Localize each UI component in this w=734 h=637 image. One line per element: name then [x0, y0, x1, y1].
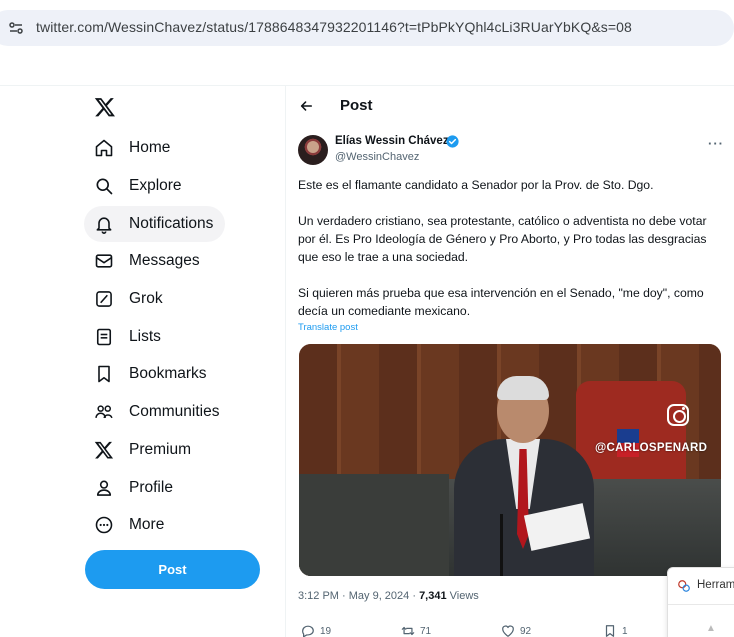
tools-icon	[678, 580, 690, 592]
divider	[668, 604, 734, 605]
bookmark-icon	[98, 365, 110, 383]
sidebar-item-more[interactable]: More	[84, 507, 176, 543]
repost-count: 71	[420, 625, 432, 637]
x-logo-icon[interactable]	[94, 96, 116, 118]
tools-popup-label: Herram	[697, 579, 734, 591]
tweet-timestamp[interactable]: 3:12 PM · May 9, 2024 ·	[298, 590, 419, 602]
compose-post-button[interactable]: Post	[85, 550, 260, 589]
list-icon	[96, 328, 112, 346]
sidebar-item-grok[interactable]: Grok	[84, 281, 175, 317]
tweet-text: Este es el flamante candidato a Senador …	[298, 176, 723, 320]
communities-icon	[95, 405, 113, 419]
views-count: 7,341	[419, 590, 447, 602]
sidebar-item-profile[interactable]: Profile	[84, 470, 185, 506]
browser-chrome: twitter.com/WessinChavez/status/17886483…	[0, 0, 734, 86]
heart-icon	[502, 625, 514, 637]
video-watermark: @CARLOSPENARD	[595, 442, 708, 454]
like-count: 92	[520, 625, 532, 637]
bookmark-count: 1	[622, 625, 628, 637]
verified-badge-icon	[446, 135, 459, 148]
bookmark-icon	[605, 625, 615, 637]
sidebar-item-home[interactable]: Home	[84, 130, 182, 166]
sidebar-item-communities[interactable]: Communities	[84, 394, 231, 430]
chevron-up-icon[interactable]: ▲	[706, 623, 716, 634]
sidebar-item-label: Grok	[129, 290, 163, 307]
more-circle-icon	[95, 516, 113, 534]
sidebar-nav: Home Explore Notifications Messages Grok…	[0, 86, 286, 637]
reply-count: 19	[320, 625, 332, 637]
back-arrow-icon[interactable]	[299, 99, 313, 113]
tweet-video[interactable]: @CARLOSPENARD	[299, 344, 721, 576]
sidebar-item-label: Communities	[129, 403, 220, 420]
sidebar-item-notifications[interactable]: Notifications	[84, 206, 226, 242]
tweet-paragraph: Un verdadero cristiano, sea protestante,…	[298, 214, 707, 264]
sidebar-item-bookmarks[interactable]: Bookmarks	[84, 356, 219, 392]
sidebar-item-label: Notifications	[129, 215, 214, 232]
bookmark-button[interactable]: 1	[603, 624, 628, 637]
sidebar-item-label: Home	[129, 139, 171, 156]
repost-button[interactable]: 71	[401, 624, 431, 637]
sidebar-item-label: Messages	[129, 252, 200, 269]
sidebar-item-lists[interactable]: Lists	[84, 319, 173, 355]
sidebar-item-explore[interactable]: Explore	[84, 168, 194, 204]
video-hair	[497, 376, 549, 400]
sidebar-item-label: Premium	[129, 441, 192, 458]
repost-icon	[401, 626, 415, 636]
grok-icon	[96, 291, 112, 307]
avatar[interactable]	[298, 135, 328, 165]
main-column: Post Elías Wessin Chávez @WessinChavez ·…	[287, 86, 734, 637]
translate-post-link[interactable]: Translate post	[298, 322, 358, 333]
address-bar[interactable]: twitter.com/WessinChavez/status/17886483…	[0, 10, 734, 46]
home-icon	[95, 139, 113, 157]
tweet-paragraph: Si quieren más prueba que esa intervenci…	[298, 286, 704, 318]
tools-popup[interactable]: Herram ▲	[667, 567, 734, 637]
video-microphone	[500, 514, 503, 576]
tweet-actions: 19 71 92 1	[298, 624, 718, 637]
sidebar-item-label: Lists	[129, 328, 161, 345]
sidebar-item-label: Profile	[129, 479, 173, 496]
page-title: Post	[340, 97, 373, 114]
author-handle[interactable]: @WessinChavez	[335, 151, 419, 163]
sidebar-item-label: Explore	[129, 177, 182, 194]
video-desk	[299, 474, 449, 576]
mail-icon	[95, 254, 113, 268]
site-settings-icon[interactable]	[8, 20, 24, 36]
search-icon	[96, 178, 113, 195]
instagram-icon	[667, 404, 689, 426]
sidebar-item-label: More	[129, 516, 165, 533]
reply-icon	[302, 625, 314, 637]
x-premium-icon	[94, 441, 114, 459]
sidebar-item-label: Bookmarks	[129, 365, 207, 382]
tweet-paragraph: Este es el flamante candidato a Senador …	[298, 178, 654, 192]
profile-icon	[96, 480, 112, 496]
sidebar-item-premium[interactable]: Premium	[84, 432, 203, 468]
url-text[interactable]: twitter.com/WessinChavez/status/17886483…	[36, 19, 632, 35]
like-button[interactable]: 92	[501, 624, 531, 637]
author-name[interactable]: Elías Wessin Chávez	[335, 135, 449, 147]
reply-button[interactable]: 19	[301, 624, 331, 637]
sidebar-item-messages[interactable]: Messages	[84, 243, 212, 279]
bell-icon	[96, 217, 112, 234]
views-label: Views	[446, 590, 479, 602]
more-options-icon[interactable]: ···	[708, 136, 724, 151]
tweet-meta: 3:12 PM · May 9, 2024 · 7,341 Views	[298, 590, 479, 602]
